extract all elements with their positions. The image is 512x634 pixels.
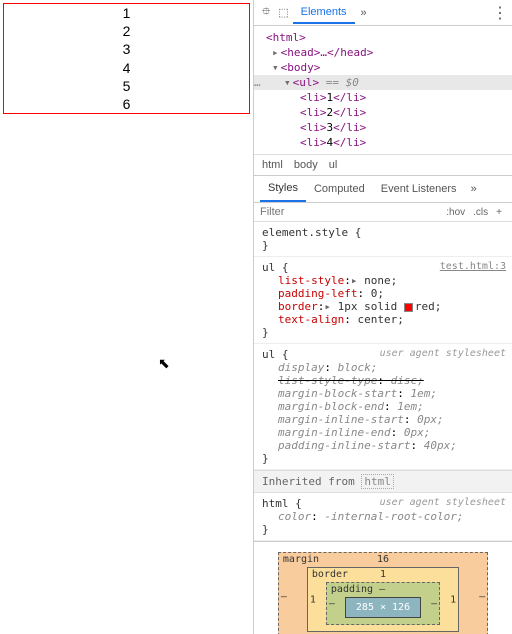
more-tabs-icon[interactable]: »	[361, 7, 367, 19]
list-item: 4	[4, 59, 249, 77]
tab-styles[interactable]: Styles	[260, 176, 306, 202]
dom-node-html: <html>	[254, 30, 512, 45]
rule-html-ua: user agent stylesheet html { color: -int…	[254, 493, 512, 541]
breadcrumb[interactable]: html body ul	[254, 154, 512, 176]
rule-element-style: element.style { }	[254, 222, 512, 257]
rendered-page: 1 2 3 4 5 6 ⬉	[0, 0, 253, 634]
list-item: 3	[4, 40, 249, 58]
kebab-icon[interactable]: ⋮	[492, 3, 508, 23]
cls-toggle[interactable]: .cls	[473, 207, 488, 218]
list-item: 1	[4, 4, 249, 22]
hov-toggle[interactable]: :hov	[446, 207, 465, 218]
device-icon[interactable]: ⬚	[278, 6, 288, 19]
cursor-icon: ⬉	[158, 355, 170, 372]
dom-node-body: ▾<body>	[254, 60, 512, 75]
inspect-icon[interactable]: ⯐	[262, 3, 270, 22]
devtools-toolbar: ⯐ ⬚ Elements » ⋮	[254, 0, 512, 26]
dom-node-ul: ▾<ul> == $0	[254, 75, 512, 90]
dom-node-li: <li>2</li>	[254, 105, 512, 120]
devtools-panel: ⯐ ⬚ Elements » ⋮ <html> ▸<head>…</head> …	[253, 0, 512, 634]
list-item: 5	[4, 77, 249, 95]
rendered-list: 1 2 3 4 5 6	[3, 3, 250, 114]
tab-event-listeners[interactable]: Event Listeners	[373, 177, 465, 201]
crumb-html[interactable]: html	[262, 159, 283, 171]
dom-node-head: ▸<head>…</head>	[254, 45, 512, 60]
filter-input[interactable]	[260, 206, 442, 218]
styles-filter-row: :hov .cls +	[254, 203, 512, 222]
source-link[interactable]: test.html:3	[440, 261, 506, 272]
dom-node-li: <li>3</li>	[254, 120, 512, 135]
more-tabs-icon[interactable]: »	[471, 183, 477, 195]
new-rule-button[interactable]: +	[496, 207, 502, 218]
tab-elements[interactable]: Elements	[293, 2, 355, 24]
styles-tab-bar: Styles Computed Event Listeners »	[254, 176, 512, 203]
list-item: 2	[4, 22, 249, 40]
styles-pane[interactable]: element.style { } test.html:3 ul { list-…	[254, 222, 512, 634]
tab-computed[interactable]: Computed	[306, 177, 373, 201]
color-swatch[interactable]	[404, 303, 413, 312]
list-item: 6	[4, 95, 249, 113]
dom-tree[interactable]: <html> ▸<head>…</head> ▾<body> ▾<ul> == …	[254, 26, 512, 154]
crumb-ul[interactable]: ul	[329, 159, 338, 171]
dom-node-li: <li>4</li>	[254, 135, 512, 150]
rule-ul-author: test.html:3 ul { list-style:▸ none; padd…	[254, 257, 512, 344]
crumb-body[interactable]: body	[294, 159, 318, 171]
box-content-size: 285 × 126	[345, 597, 421, 618]
box-model-diagram[interactable]: margin 16 – – border 1 1 1 padding – – –…	[254, 542, 512, 634]
rule-ul-ua: user agent stylesheet ul { display: bloc…	[254, 344, 512, 470]
dom-node-li: <li>1</li>	[254, 90, 512, 105]
inherited-from-label: Inherited from html	[254, 470, 512, 493]
